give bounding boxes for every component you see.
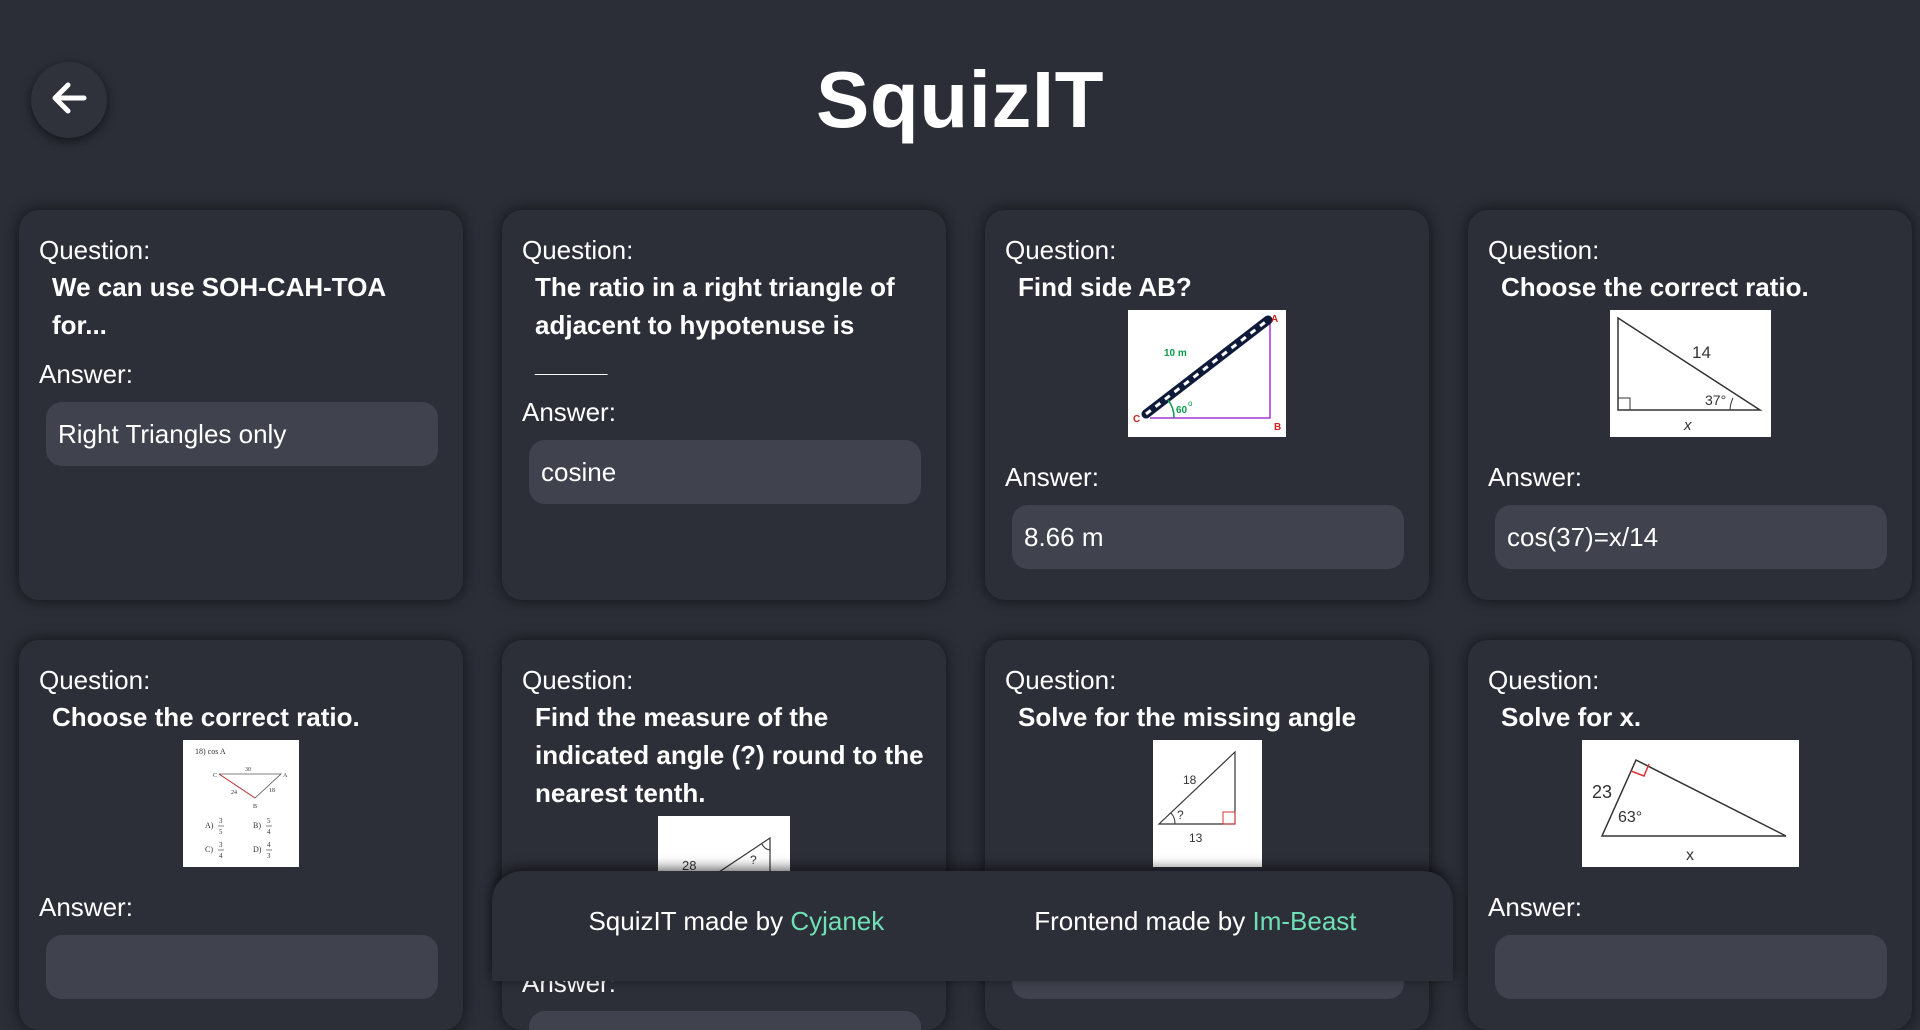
diagram-label: A) xyxy=(205,821,214,830)
cyjanek-link[interactable]: Cyjanek xyxy=(790,906,884,936)
answer-label: Answer: xyxy=(39,359,133,389)
answer-box: cosine xyxy=(529,440,921,504)
question-card: Question: Find side AB? 10 m 60 o A B C … xyxy=(985,210,1429,600)
im-beast-link[interactable]: Im-Beast xyxy=(1252,906,1356,936)
answer-box: cos(37)=x/14 xyxy=(1495,505,1887,569)
question-card: Question: The ratio in a right triangle … xyxy=(502,210,946,600)
diagram-label: 3 xyxy=(219,817,223,825)
diagram-label: 37° xyxy=(1705,392,1726,408)
answer-box: 8.66 m xyxy=(1012,505,1404,569)
diagram-label: 13 xyxy=(1189,831,1203,845)
footer: SquizIT made by Cyjanek Frontend made by… xyxy=(492,871,1453,981)
ladder-triangle-image: 10 m 60 o A B C xyxy=(1128,310,1286,437)
question-text: The ratio in a right triangle of adjacen… xyxy=(535,272,895,378)
answer-box xyxy=(1495,935,1887,999)
missing-angle-image: 18 ? 13 xyxy=(1152,740,1262,867)
question-text: Find side AB? xyxy=(1018,272,1192,302)
answer-label: Answer: xyxy=(1488,892,1582,922)
answer-label: Answer: xyxy=(1488,462,1582,492)
triangle-37-image: 14 37° x xyxy=(1609,310,1771,437)
diagram-label: 18 xyxy=(1183,773,1197,787)
footer-credit-text: Frontend made by xyxy=(1034,906,1253,936)
diagram-label: A xyxy=(1271,314,1278,325)
diagram-label: C) xyxy=(205,845,213,854)
answer-label: Answer: xyxy=(522,397,616,427)
question-card: Question: We can use SOH-CAH-TOA for... … xyxy=(19,210,463,600)
diagram-label: x xyxy=(1686,847,1694,864)
diagram-label: 10 m xyxy=(1164,348,1187,359)
diagram-label: 4 xyxy=(267,841,271,849)
question-label: Question: xyxy=(39,235,151,265)
question-label: Question: xyxy=(39,665,151,695)
footer-credit-text: SquizIT made by xyxy=(588,906,791,936)
question-label: Question: xyxy=(522,665,634,695)
question-label: Question: xyxy=(1005,235,1117,265)
question-card: Question: Solve for x. 23 63° x Answer: xyxy=(1468,640,1912,1030)
diagram-label: B xyxy=(253,804,257,810)
question-text: Solve for the missing angle xyxy=(1018,702,1357,732)
diagram-label: A xyxy=(283,773,288,779)
answer-label: Answer: xyxy=(1005,462,1099,492)
diagram-label: 4 xyxy=(267,828,271,836)
page-title: SquizIT xyxy=(816,55,1104,144)
answer-box xyxy=(46,935,438,999)
diagram-label: 63° xyxy=(1618,809,1642,826)
footer-credit-squizit: SquizIT made by Cyjanek xyxy=(588,906,884,981)
diagram-label: 18 xyxy=(269,788,275,794)
cos-a-ratio-image: 18) cos A C 30 A 24 18 B A) 3 5 B) 5 4 C… xyxy=(183,740,299,867)
question-text: We can use SOH-CAH-TOA for... xyxy=(52,272,386,340)
diagram-label: 23 xyxy=(1592,782,1612,802)
question-card: Question: Choose the correct ratio. 18) … xyxy=(19,640,463,1030)
diagram-label: 18) cos A xyxy=(195,747,226,756)
answer-label: Answer: xyxy=(39,892,133,922)
diagram-label: D) xyxy=(253,845,262,854)
answer-box xyxy=(529,1011,921,1030)
diagram-label: ? xyxy=(750,853,757,867)
diagram-label: 3 xyxy=(219,841,223,849)
diagram-label: ? xyxy=(1177,808,1184,822)
answer-box: Right Triangles only xyxy=(46,402,438,466)
solve-x-image: 23 63° x xyxy=(1581,740,1799,867)
footer-credit-frontend: Frontend made by Im-Beast xyxy=(1034,906,1356,981)
diagram-label: 3 xyxy=(267,852,271,860)
diagram-label: 5 xyxy=(219,828,223,836)
diagram-label: 30 xyxy=(245,767,251,773)
diagram-label: B) xyxy=(253,821,261,830)
diagram-label: 24 xyxy=(231,790,237,796)
question-text: Find the measure of the indicated angle … xyxy=(535,702,924,808)
diagram-label: B xyxy=(1274,422,1281,433)
question-label: Question: xyxy=(1005,665,1117,695)
question-label: Question: xyxy=(1488,665,1600,695)
diagram-label: C xyxy=(213,773,217,779)
diagram-label: 5 xyxy=(267,817,271,825)
question-label: Question: xyxy=(522,235,634,265)
question-text: Solve for x. xyxy=(1501,702,1642,732)
diagram-label: o xyxy=(1188,399,1193,408)
diagram-label: x xyxy=(1683,417,1692,434)
diagram-label: C xyxy=(1133,414,1140,425)
question-card: Question: Choose the correct ratio. 14 3… xyxy=(1468,210,1912,600)
question-label: Question: xyxy=(1488,235,1600,265)
question-text: Choose the correct ratio. xyxy=(1501,272,1809,302)
diagram-label: 4 xyxy=(219,852,223,860)
diagram-label: 60 xyxy=(1176,405,1188,416)
question-text: Choose the correct ratio. xyxy=(52,702,360,732)
diagram-label: 14 xyxy=(1692,343,1711,362)
